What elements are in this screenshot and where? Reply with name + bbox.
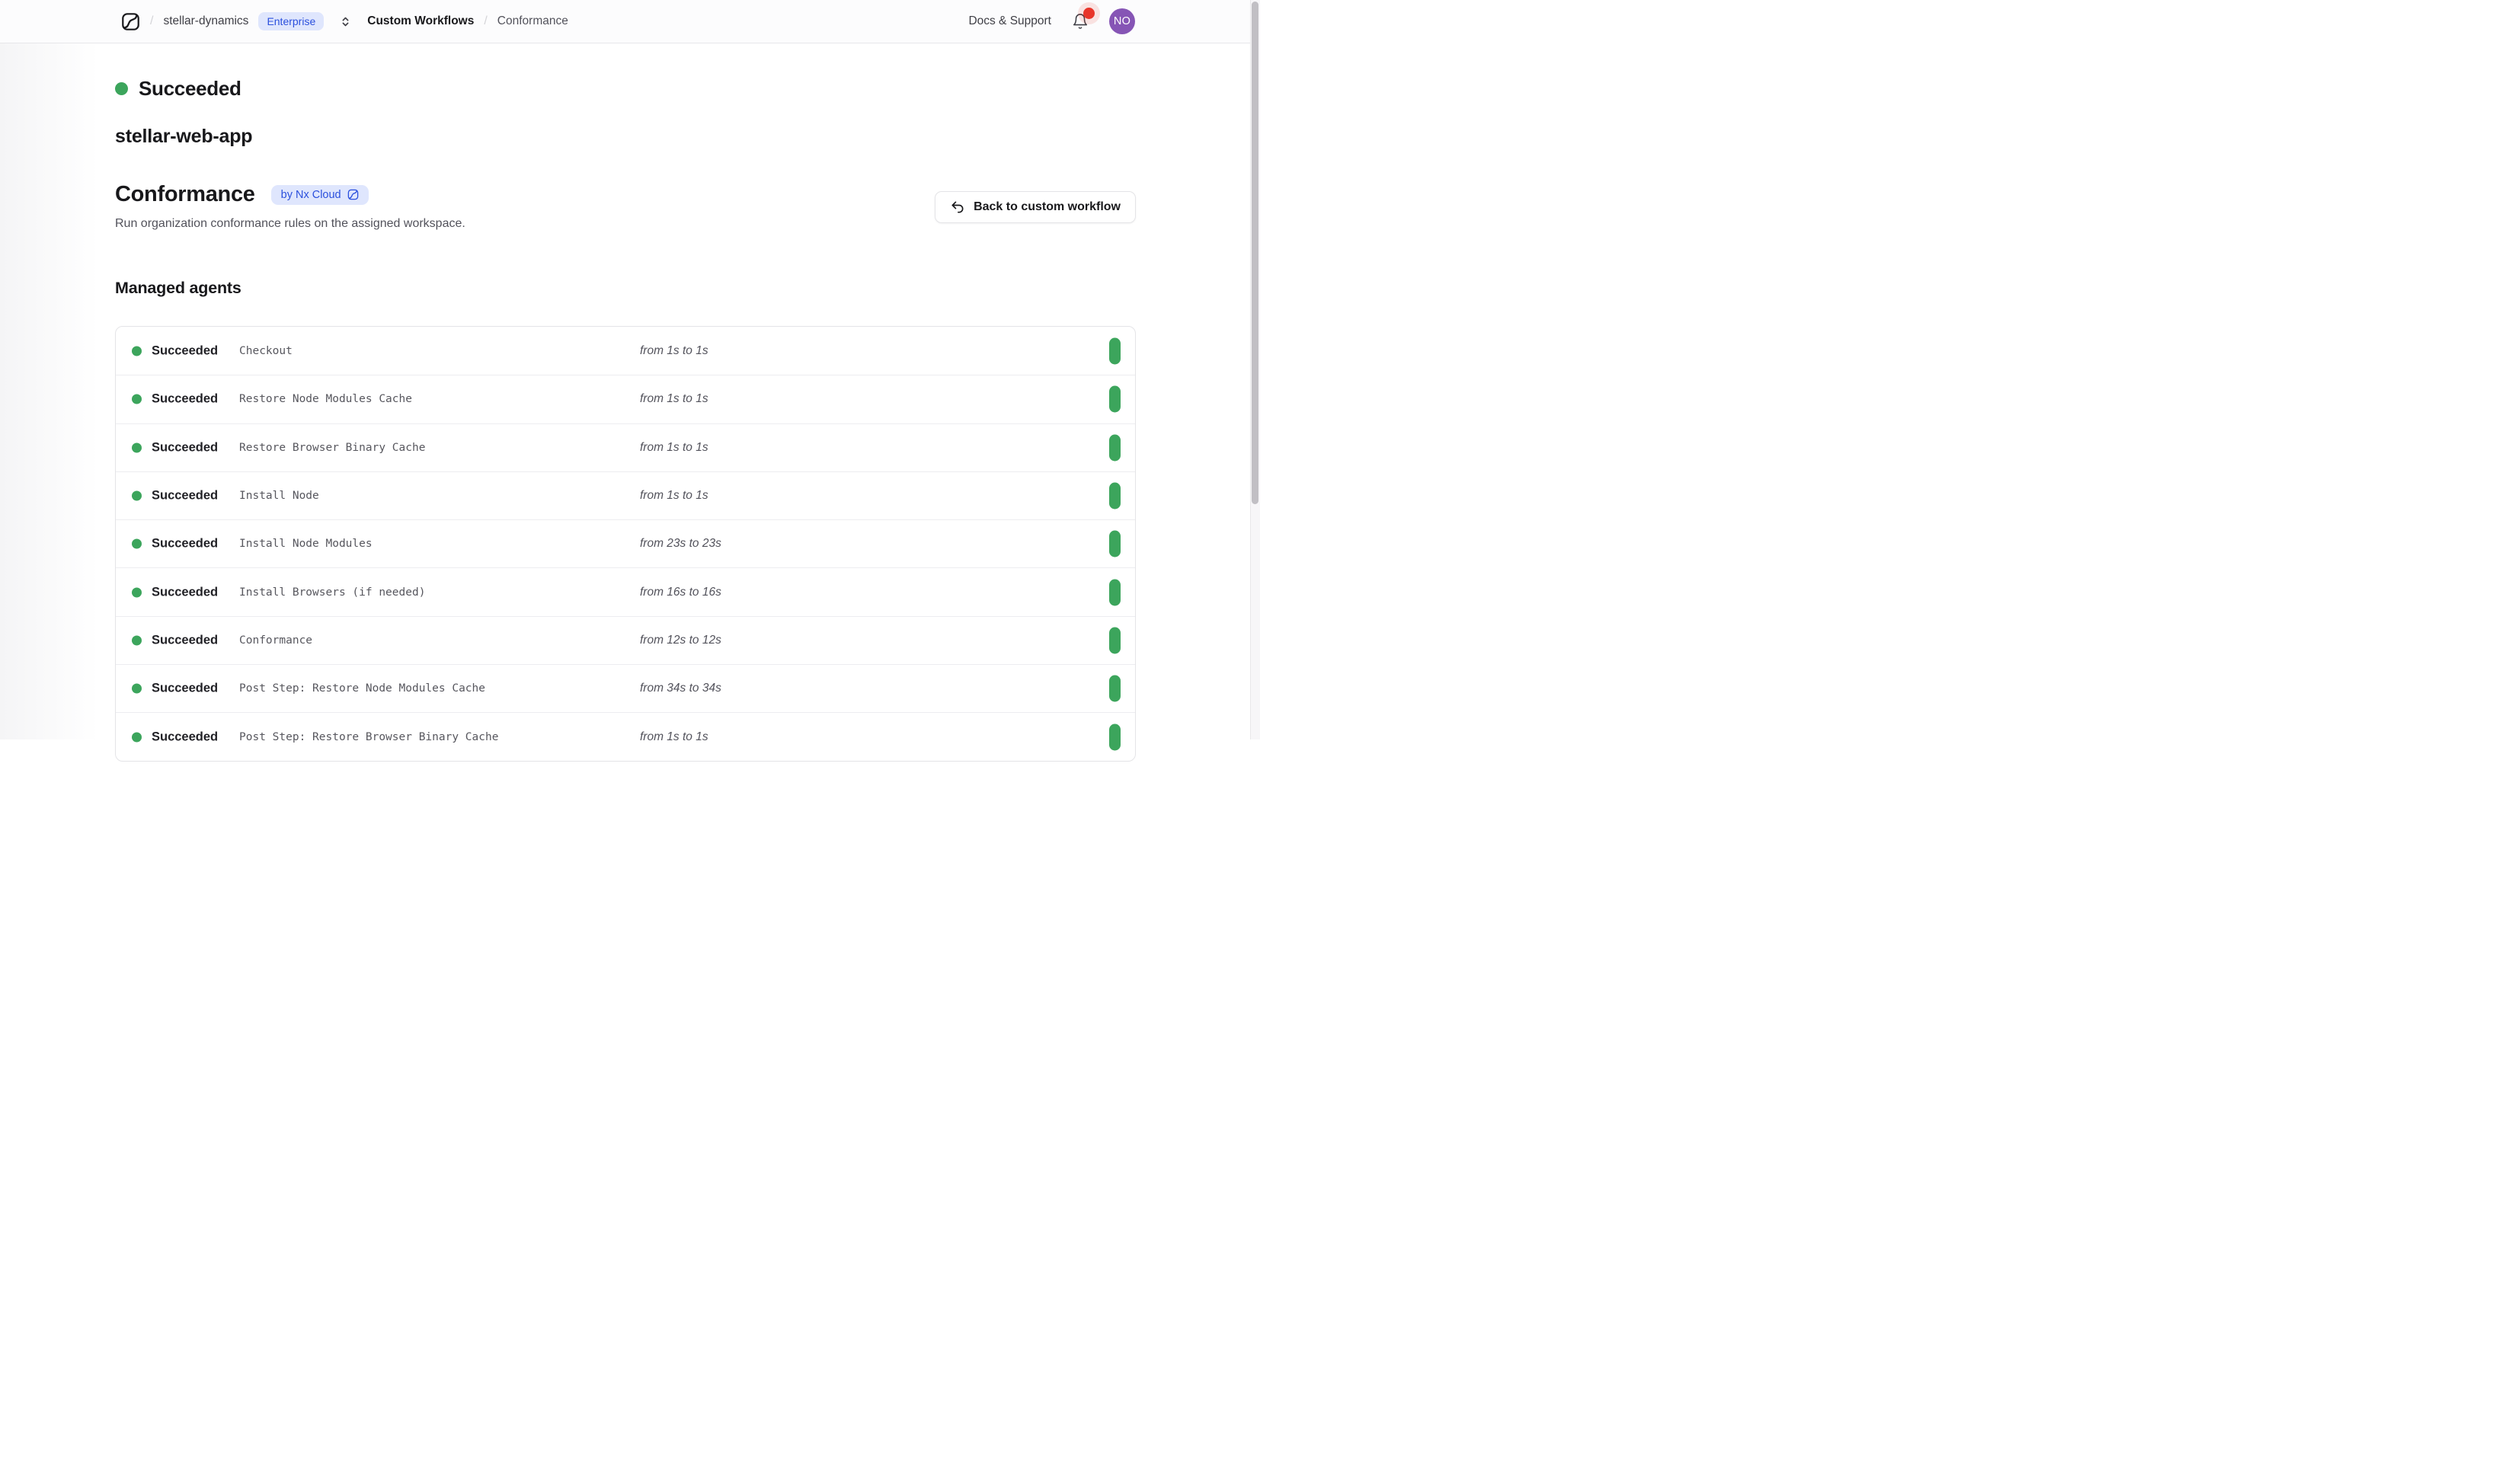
undo-arrow-icon xyxy=(950,200,965,215)
workspace-switcher[interactable] xyxy=(340,16,351,27)
agent-step-row[interactable]: Succeeded Post Step: Restore Browser Bin… xyxy=(116,712,1135,760)
workspace-name: stellar-web-app xyxy=(115,126,1136,148)
managed-agents-heading: Managed agents xyxy=(115,279,1136,298)
step-timeline-bar xyxy=(1109,337,1121,364)
top-navbar: / stellar-dynamics Enterprise Custom Wor… xyxy=(0,0,1260,43)
step-status-label: Succeeded xyxy=(152,537,218,551)
step-status-dot xyxy=(132,587,142,597)
scrollbar-thumb[interactable] xyxy=(1252,2,1258,504)
nx-cloud-badge-icon xyxy=(347,189,359,200)
step-name: Install Browsers (if needed) xyxy=(239,586,425,599)
by-nx-cloud-label: by Nx Cloud xyxy=(281,189,341,201)
step-timeline-bar xyxy=(1109,724,1121,750)
step-duration: from 12s to 12s xyxy=(640,634,721,647)
left-edge-shade xyxy=(0,43,99,740)
step-status-label: Succeeded xyxy=(152,633,218,647)
step-status-label: Succeeded xyxy=(152,343,218,358)
step-duration: from 34s to 34s xyxy=(640,682,721,695)
step-name: Install Node xyxy=(239,490,319,502)
page-title: Conformance xyxy=(115,182,255,207)
main-content: Succeeded stellar-web-app Conformance by… xyxy=(115,43,1136,762)
step-status-label: Succeeded xyxy=(152,682,218,696)
step-timeline-bar xyxy=(1109,386,1121,413)
workflow-title-block: Conformance by Nx Cloud Run organization… xyxy=(115,182,465,231)
docs-support-link[interactable]: Docs & Support xyxy=(968,14,1051,28)
step-duration: from 23s to 23s xyxy=(640,537,721,551)
step-status-label: Succeeded xyxy=(152,440,218,455)
step-name: Post Step: Restore Node Modules Cache xyxy=(239,682,485,695)
step-status-label: Succeeded xyxy=(152,489,218,503)
run-status: Succeeded xyxy=(115,77,1136,101)
nx-cloud-logo-icon[interactable] xyxy=(121,12,140,31)
run-status-label: Succeeded xyxy=(139,77,241,101)
step-status-label: Succeeded xyxy=(152,392,218,407)
agent-step-row[interactable]: Succeeded Restore Browser Binary Cache f… xyxy=(116,423,1135,471)
breadcrumb-page: Conformance xyxy=(497,14,568,28)
header-actions: Docs & Support NO xyxy=(968,8,1135,34)
breadcrumb-separator: / xyxy=(484,14,487,28)
step-name: Restore Browser Binary Cache xyxy=(239,442,425,454)
step-status-dot xyxy=(132,684,142,694)
step-duration: from 1s to 1s xyxy=(640,489,708,503)
step-timeline-bar xyxy=(1109,579,1121,605)
notification-dot xyxy=(1083,8,1095,19)
avatar[interactable]: NO xyxy=(1109,8,1135,34)
step-status-dot xyxy=(132,442,142,452)
step-status-dot xyxy=(132,732,142,742)
agent-step-row[interactable]: Succeeded Install Browsers (if needed) f… xyxy=(116,567,1135,615)
workflow-header: Conformance by Nx Cloud Run organization… xyxy=(115,182,1136,231)
step-name: Post Step: Restore Browser Binary Cache xyxy=(239,731,498,743)
step-name: Install Node Modules xyxy=(239,538,373,550)
breadcrumb-section[interactable]: Custom Workflows xyxy=(367,14,474,28)
managed-agents-list: Succeeded Checkout from 1s to 1s Succeed… xyxy=(115,326,1136,762)
step-timeline-bar xyxy=(1109,676,1121,702)
step-status-dot xyxy=(132,539,142,549)
breadcrumb-separator: / xyxy=(150,14,153,28)
agent-step-row[interactable]: Succeeded Install Node Modules from 23s … xyxy=(116,519,1135,567)
step-duration: from 16s to 16s xyxy=(640,586,721,599)
step-status-dot xyxy=(132,635,142,645)
breadcrumb: / stellar-dynamics Enterprise Custom Wor… xyxy=(121,12,568,31)
chevrons-up-down-icon xyxy=(340,16,351,27)
step-name: Conformance xyxy=(239,634,312,647)
status-dot xyxy=(115,82,128,95)
agent-step-row[interactable]: Succeeded Restore Node Modules Cache fro… xyxy=(116,375,1135,423)
back-button-label: Back to custom workflow xyxy=(974,200,1121,214)
step-duration: from 1s to 1s xyxy=(640,344,708,358)
agent-step-row[interactable]: Succeeded Checkout from 1s to 1s xyxy=(116,327,1135,375)
step-duration: from 1s to 1s xyxy=(640,441,708,455)
page-scrollbar xyxy=(1250,0,1260,740)
step-timeline-bar xyxy=(1109,531,1121,557)
step-name: Checkout xyxy=(239,345,293,357)
step-duration: from 1s to 1s xyxy=(640,392,708,406)
by-nx-cloud-badge[interactable]: by Nx Cloud xyxy=(271,185,369,205)
workflow-description: Run organization conformance rules on th… xyxy=(115,217,465,231)
step-status-label: Succeeded xyxy=(152,730,218,744)
step-name: Restore Node Modules Cache xyxy=(239,393,412,405)
step-status-dot xyxy=(132,491,142,501)
step-status-label: Succeeded xyxy=(152,585,218,599)
notifications-button[interactable] xyxy=(1072,12,1089,30)
step-status-dot xyxy=(132,346,142,356)
step-timeline-bar xyxy=(1109,483,1121,510)
plan-badge: Enterprise xyxy=(258,12,324,30)
agent-step-row[interactable]: Succeeded Post Step: Restore Node Module… xyxy=(116,664,1135,712)
breadcrumb-org[interactable]: stellar-dynamics xyxy=(163,14,248,28)
step-timeline-bar xyxy=(1109,434,1121,461)
step-status-dot xyxy=(132,395,142,404)
step-timeline-bar xyxy=(1109,627,1121,653)
back-to-custom-workflow-button[interactable]: Back to custom workflow xyxy=(935,191,1136,223)
step-duration: from 1s to 1s xyxy=(640,730,708,744)
agent-step-row[interactable]: Succeeded Conformance from 12s to 12s xyxy=(116,616,1135,664)
agent-step-row[interactable]: Succeeded Install Node from 1s to 1s xyxy=(116,471,1135,519)
